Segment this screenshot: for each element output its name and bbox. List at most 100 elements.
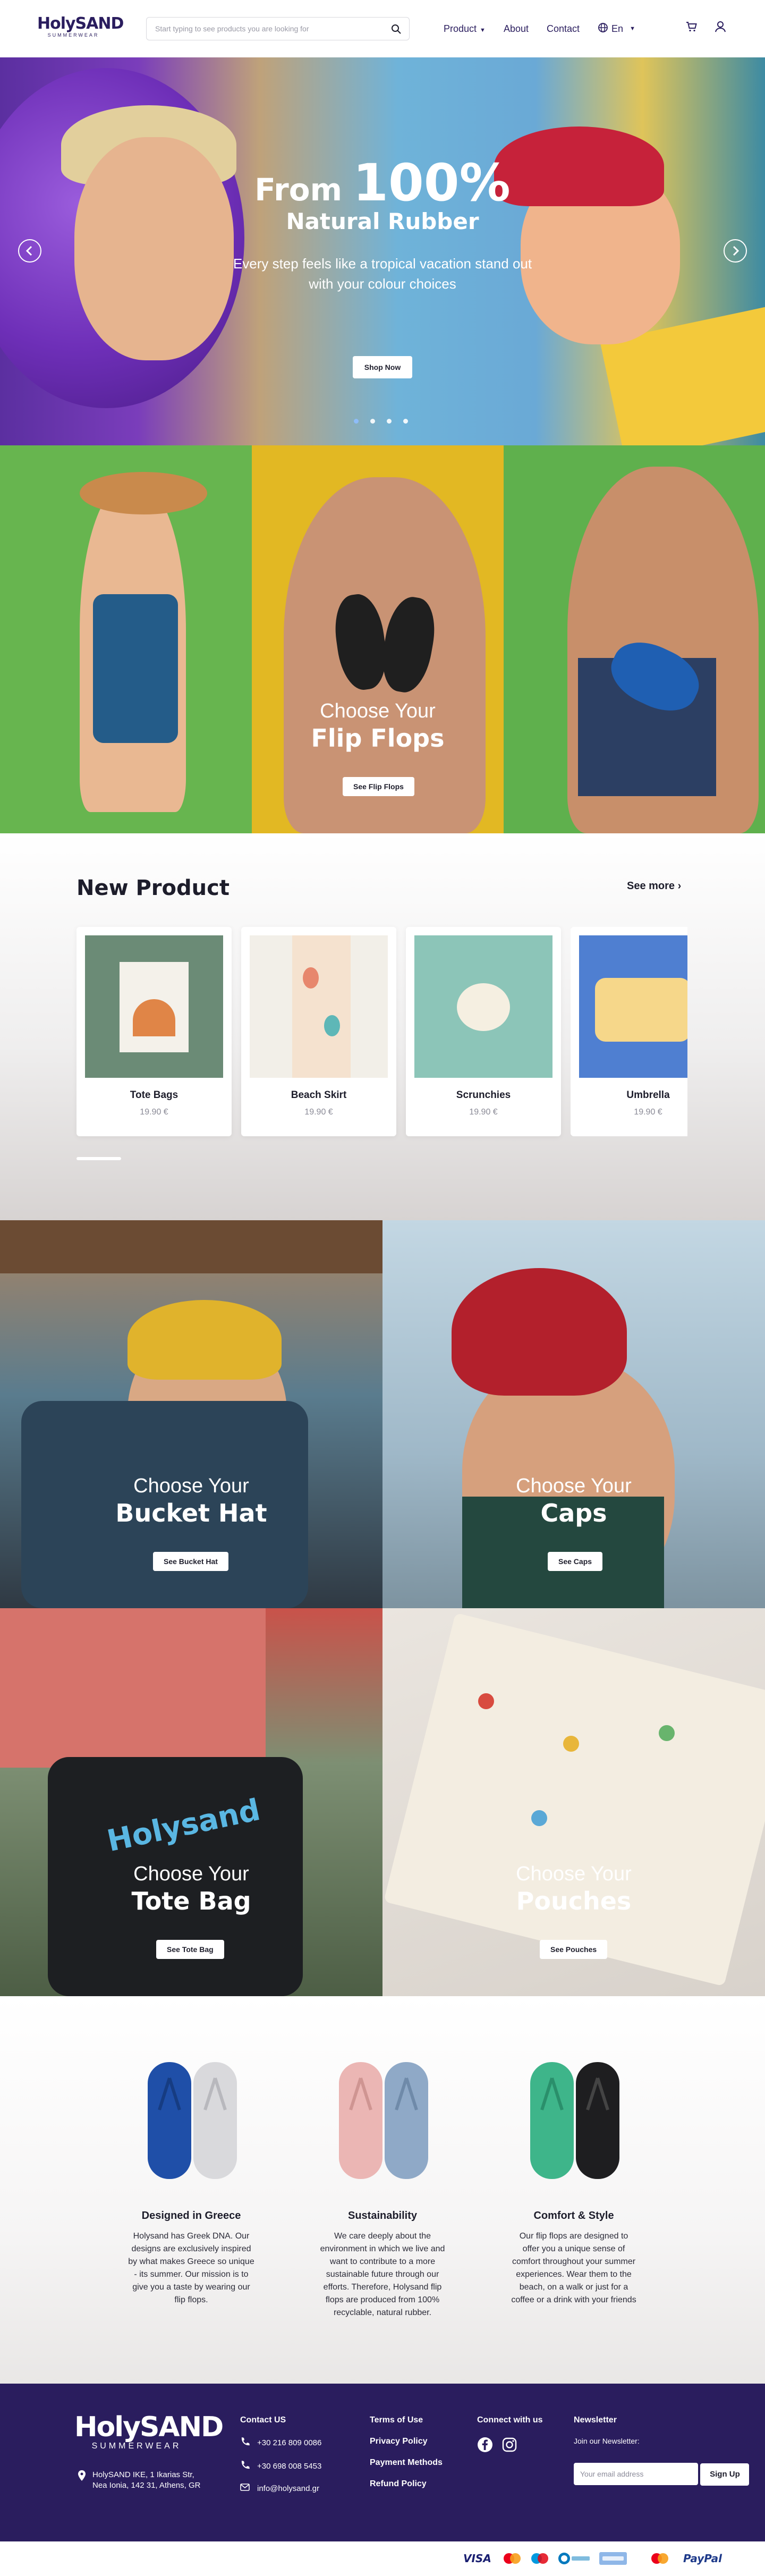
product-card[interactable]: Scrunchies 19.90 € [406,927,561,1136]
feature-title: Sustainability [347,2210,418,2222]
hero-subtitle: Natural Rubber [286,208,479,234]
address-line: HolySAND IKE, 1 Ikarias Str, [92,2470,194,2479]
flip-flops-banner: Choose Your Flip Flops See Flip Flops [0,445,765,833]
footer-logo[interactable]: HolySAND SUMMERWEAR [74,2411,224,2452]
search-input[interactable] [155,18,378,40]
nav-about[interactable]: About [504,23,529,35]
product-card[interactable]: Umbrella 19.90 € [571,927,687,1136]
language-label: En [611,23,624,34]
nav-product[interactable]: Product ▼ [444,23,486,35]
red-cap-image [452,1268,627,1396]
nav-contact[interactable]: Contact [547,23,580,35]
user-icon[interactable] [714,20,727,33]
sign-up-button[interactable]: Sign Up [700,2463,750,2486]
feature-description: Our flip flops are designed to offer you… [511,2232,636,2304]
phone-icon [240,2437,250,2448]
flip-flops-image [521,2051,627,2184]
footer-address: HolySAND IKE, 1 Ikarias Str, Nea Ionia, … [78,2470,200,2491]
payment-methods-link[interactable]: Payment Methods [370,2458,443,2468]
carousel-scrollbar[interactable] [76,1157,687,1160]
scrunchie-shape [457,983,510,1031]
search-icon[interactable] [391,24,402,35]
bucket-hat-image [128,1300,282,1380]
feature-description: Holysand has Greek DNA. Our designs are … [128,2232,254,2304]
carousel-prev-button[interactable] [18,239,41,263]
newsletter-label: Join our Newsletter: [574,2437,640,2445]
phone-link[interactable]: +30 216 809 0086 [240,2437,321,2448]
carousel-next-button[interactable] [724,239,747,263]
arrow-right-icon [733,246,740,256]
facebook-icon[interactable] [477,2437,493,2455]
see-pouches-button[interactable]: See Pouches [540,1940,608,1959]
sun-hat-image [80,472,207,514]
product-name: Tote Bags [130,1089,178,1101]
pouch-print-shape [563,1736,579,1752]
pouches-tile: Choose Your Pouches See Pouches [382,1608,765,1996]
mastercard-icon [502,2551,523,2566]
instagram-icon[interactable] [502,2437,517,2455]
hero-model-left-image [74,137,234,360]
footer-heading: Contact US [240,2415,286,2425]
category-title: Pouches [516,1887,632,1915]
email-link[interactable]: info@holysand.gr [240,2484,321,2493]
skirt-print-shape [324,1015,340,1036]
product-image [414,935,552,1078]
tote-bag-copy: Choose Your Tote Bag [0,1862,382,1916]
footer-contact: Contact US +30 216 809 0086 +30 698 008 … [240,2415,321,2505]
product-image [85,935,223,1078]
privacy-link[interactable]: Privacy Policy [370,2437,443,2446]
logo-wordmark: HolySAND [74,2411,224,2443]
flip-flops-kicker: Choose Your [320,700,436,722]
flip-flops-image [329,2051,436,2184]
pouch-print-shape [531,1810,547,1826]
section-title: New Product [76,876,230,900]
hero-percent: 100% [353,153,511,213]
product-price: 19.90 € [140,1108,168,1117]
carousel-dot[interactable] [354,419,359,424]
skirt-print-shape [303,967,319,989]
pouch-print-shape [659,1725,675,1741]
new-product-section: New Product See more › Tote Bags 19.90 €… [0,833,765,1220]
product-card[interactable]: Beach Skirt 19.90 € [241,927,396,1136]
carousel-dot[interactable] [403,419,408,424]
brand-logo[interactable]: HolySAND SUMMERWEAR [37,16,124,39]
phone-number: +30 698 008 5453 [257,2461,322,2471]
see-more-link[interactable]: See more › [627,880,681,892]
tote-print-shape [133,999,175,1036]
visa-icon: VISA [463,2552,491,2565]
see-caps-button[interactable]: See Caps [548,1552,603,1571]
category-title: Tote Bag [131,1887,251,1915]
cart-icon[interactable] [685,20,698,33]
product-price: 19.90 € [469,1108,498,1117]
feature-title: Designed in Greece [141,2210,241,2222]
location-pin-icon [78,2470,86,2491]
chevron-down-icon: ▼ [480,27,486,33]
category-kicker: Choose Your [516,1475,632,1497]
see-flip-flops-button[interactable]: See Flip Flops [343,777,414,796]
maestro-icon [529,2551,550,2566]
footer-newsletter: Newsletter Join our Newsletter: Sign Up [574,2415,750,2486]
see-tote-bag-button[interactable]: See Tote Bag [156,1940,224,1959]
language-selector[interactable]: En ▼ [598,22,635,36]
see-bucket-hat-button[interactable]: See Bucket Hat [153,1552,228,1571]
newsletter-email-input[interactable] [574,2463,698,2485]
product-card[interactable]: Tote Bags 19.90 € [76,927,232,1136]
scrollbar-thumb[interactable] [76,1157,121,1160]
site-footer: HolySAND SUMMERWEAR HolySAND IKE, 1 Ikar… [0,2384,765,2541]
flip-flops-title: Flip Flops [311,724,445,753]
arrow-left-icon [26,246,32,256]
carousel-dot[interactable] [370,419,375,424]
hero-headline: From 100% [223,157,542,209]
feature-description: We care deeply about the environment in … [320,2232,445,2317]
hero-copy: From 100% Natural Rubber Every step feel… [223,157,542,294]
diners-club-icon [557,2551,591,2566]
shop-now-button[interactable]: Shop Now [353,356,412,378]
carousel-dot[interactable] [387,419,392,424]
terms-link[interactable]: Terms of Use [370,2415,443,2425]
chevron-right-icon: › [677,880,682,892]
phone-link[interactable]: +30 698 008 5453 [240,2460,321,2472]
phone-icon [240,2460,250,2472]
mail-icon [240,2484,250,2493]
refund-link[interactable]: Refund Policy [370,2479,443,2489]
bucket-hat-copy: Choose Your Bucket Hat [0,1474,382,1528]
